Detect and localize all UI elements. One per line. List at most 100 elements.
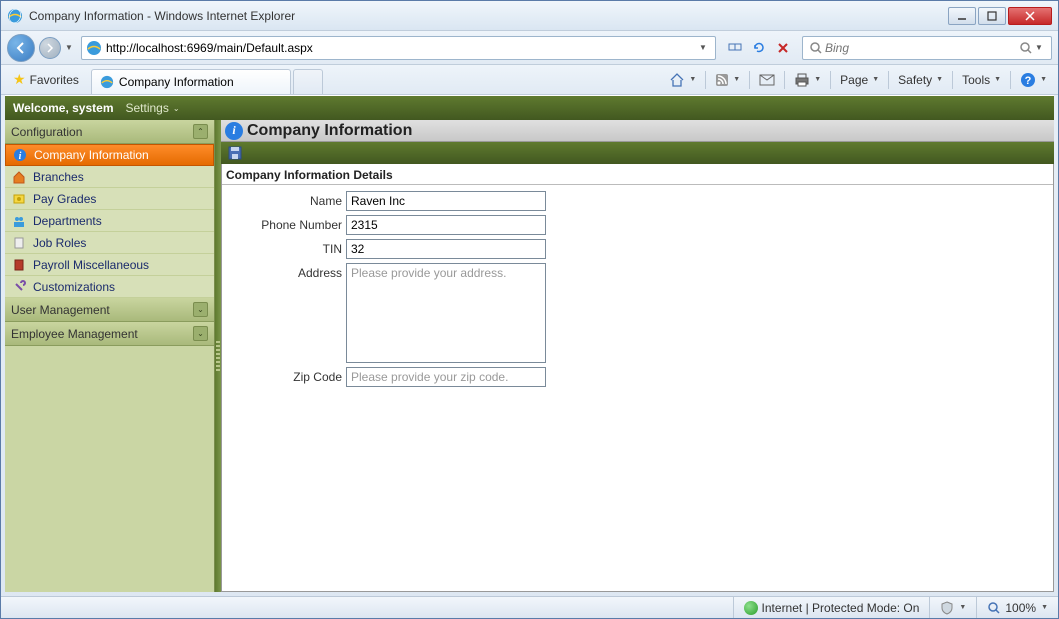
browser-tab[interactable]: Company Information bbox=[91, 69, 291, 94]
label-zip: Zip Code bbox=[226, 367, 346, 384]
window-title: Company Information - Windows Internet E… bbox=[29, 9, 948, 23]
info-icon: i bbox=[225, 122, 243, 140]
refresh-button[interactable] bbox=[748, 37, 770, 59]
globe-icon bbox=[744, 601, 758, 615]
nav-history-dropdown[interactable]: ▼ bbox=[65, 43, 77, 52]
main-content: i Company Information Company Informatio… bbox=[221, 120, 1054, 592]
back-button[interactable] bbox=[7, 34, 35, 62]
zoom-icon bbox=[987, 601, 1001, 615]
tin-input[interactable] bbox=[346, 239, 546, 259]
house-icon bbox=[11, 169, 27, 185]
accordion-header-user-management[interactable]: User Management ⌄ bbox=[5, 298, 214, 322]
form: Name Phone Number TIN Address bbox=[222, 185, 1053, 397]
accordion-items-configuration: i Company Information Branches Pay Grade… bbox=[5, 144, 214, 298]
favorites-label: Favorites bbox=[30, 73, 79, 87]
wrench-icon bbox=[11, 279, 27, 295]
search-dropdown[interactable]: ▼ bbox=[1035, 43, 1047, 52]
sidebar-item-label: Departments bbox=[33, 214, 102, 228]
money-icon bbox=[11, 191, 27, 207]
zoom-control[interactable]: 100% ▼ bbox=[976, 597, 1058, 618]
command-bar: ▼ ▼ ▼ Page ▼ Safety bbox=[664, 65, 1058, 94]
address-bar: ▼ bbox=[81, 36, 716, 60]
maximize-button[interactable] bbox=[978, 7, 1006, 25]
address-input[interactable] bbox=[346, 263, 546, 363]
app-topbar: Welcome, system Settings ⌄ bbox=[5, 96, 1054, 120]
forward-button[interactable] bbox=[39, 37, 61, 59]
search-input[interactable] bbox=[825, 41, 1017, 55]
tools-menu[interactable]: Tools ▼ bbox=[957, 70, 1006, 90]
status-zone[interactable]: Internet | Protected Mode: On bbox=[733, 597, 930, 618]
page-title: Company Information bbox=[247, 122, 412, 140]
favorites-button[interactable]: ★ Favorites bbox=[5, 65, 87, 94]
sidebar-item-job-roles[interactable]: Job Roles bbox=[5, 232, 214, 254]
sidebar-item-label: Job Roles bbox=[33, 236, 86, 250]
chevron-down-icon: ▼ bbox=[689, 76, 696, 83]
page-viewport: Welcome, system Settings ⌄ Configuration… bbox=[5, 95, 1054, 592]
section-header: Company Information Details bbox=[222, 164, 1053, 185]
shield-icon bbox=[940, 601, 954, 615]
titlebar: Company Information - Windows Internet E… bbox=[1, 1, 1058, 31]
name-input[interactable] bbox=[346, 191, 546, 211]
ie-window: Company Information - Windows Internet E… bbox=[0, 0, 1059, 619]
phone-input[interactable] bbox=[346, 215, 546, 235]
accordion-header-employee-management[interactable]: Employee Management ⌄ bbox=[5, 322, 214, 346]
sidebar-item-pay-grades[interactable]: Pay Grades bbox=[5, 188, 214, 210]
people-icon bbox=[11, 213, 27, 229]
address-input[interactable] bbox=[106, 41, 699, 55]
ie-icon bbox=[7, 8, 23, 24]
close-button[interactable] bbox=[1008, 7, 1052, 25]
feeds-button[interactable]: ▼ bbox=[710, 70, 745, 90]
sidebar-item-label: Branches bbox=[33, 170, 84, 184]
settings-menu[interactable]: Settings ⌄ bbox=[126, 101, 180, 115]
safety-menu[interactable]: Safety ▼ bbox=[893, 70, 948, 90]
sidebar-item-departments[interactable]: Departments bbox=[5, 210, 214, 232]
home-button[interactable]: ▼ bbox=[664, 69, 701, 91]
sidebar-item-label: Payroll Miscellaneous bbox=[33, 258, 149, 272]
chevron-down-icon: ▼ bbox=[936, 76, 943, 83]
page-icon bbox=[86, 40, 102, 56]
address-dropdown[interactable]: ▼ bbox=[699, 43, 711, 52]
window-controls bbox=[948, 7, 1052, 25]
document-icon bbox=[11, 235, 27, 251]
svg-text:i: i bbox=[19, 151, 22, 162]
chevron-down-icon: ▼ bbox=[994, 76, 1001, 83]
sidebar-item-company-information[interactable]: i Company Information bbox=[5, 144, 214, 166]
navbar: ▼ ▼ ▼ bbox=[1, 31, 1058, 65]
app-body: Configuration ⌃ i Company Information Br… bbox=[5, 120, 1054, 592]
read-mail-button[interactable] bbox=[754, 71, 780, 89]
sidebar-item-customizations[interactable]: Customizations bbox=[5, 276, 214, 298]
search-provider-icon[interactable] bbox=[807, 39, 825, 57]
print-button[interactable]: ▼ bbox=[789, 70, 826, 90]
chevron-down-icon: ▼ bbox=[959, 604, 966, 611]
sidebar-item-label: Customizations bbox=[33, 280, 115, 294]
chevron-down-icon: ⌄ bbox=[193, 326, 208, 341]
status-protected-toggle[interactable]: ▼ bbox=[929, 597, 976, 618]
chevron-down-icon: ▼ bbox=[872, 76, 879, 83]
minimize-button[interactable] bbox=[948, 7, 976, 25]
accordion-header-configuration[interactable]: Configuration ⌃ bbox=[5, 120, 214, 144]
zip-input[interactable] bbox=[346, 367, 546, 387]
search-go-button[interactable] bbox=[1017, 39, 1035, 57]
chevron-down-icon: ▼ bbox=[1041, 604, 1048, 611]
help-button[interactable]: ? ▼ bbox=[1015, 69, 1052, 91]
label-phone: Phone Number bbox=[226, 215, 346, 232]
page-menu[interactable]: Page ▼ bbox=[835, 70, 884, 90]
new-tab-button[interactable] bbox=[293, 69, 323, 94]
sidebar-item-branches[interactable]: Branches bbox=[5, 166, 214, 188]
chevron-down-icon: ▼ bbox=[733, 76, 740, 83]
svg-text:?: ? bbox=[1025, 75, 1032, 87]
chevron-down-icon: ▼ bbox=[814, 76, 821, 83]
sidebar-item-payroll-misc[interactable]: Payroll Miscellaneous bbox=[5, 254, 214, 276]
sidebar-item-label: Company Information bbox=[34, 148, 149, 162]
welcome-text: Welcome, system bbox=[13, 101, 114, 115]
stop-button[interactable] bbox=[772, 37, 794, 59]
tab-label: Company Information bbox=[119, 75, 234, 89]
compat-view-button[interactable] bbox=[724, 37, 746, 59]
chevron-down-icon: ▼ bbox=[1040, 76, 1047, 83]
tab-ie-icon bbox=[100, 75, 114, 89]
chevron-down-icon: ⌄ bbox=[193, 302, 208, 317]
save-button[interactable] bbox=[227, 145, 243, 161]
content-panel: Company Information Details Name Phone N… bbox=[221, 164, 1054, 592]
info-icon: i bbox=[12, 147, 28, 163]
page-title-bar: i Company Information bbox=[221, 120, 1054, 142]
